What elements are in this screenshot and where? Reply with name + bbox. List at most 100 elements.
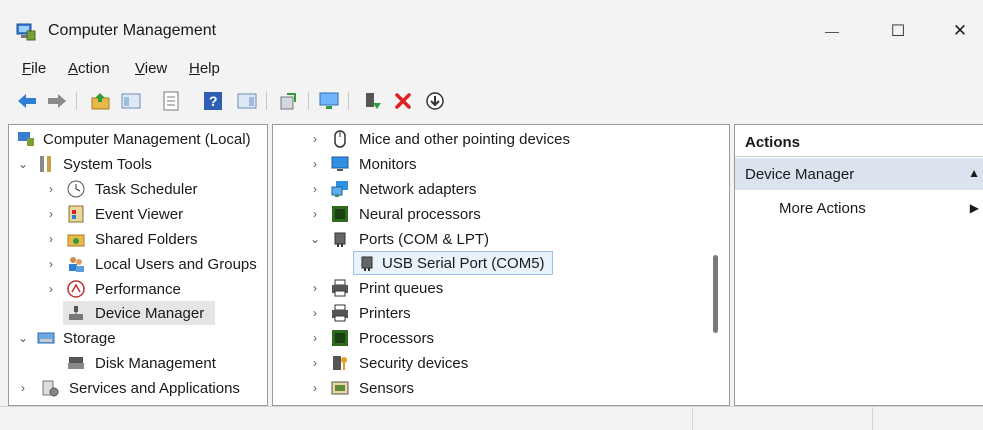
tree-item-root[interactable]: Computer Management (Local) (9, 127, 267, 151)
network-adapter-icon (331, 181, 348, 197)
minimize-icon: — (825, 23, 839, 39)
device-label: Network adapters (359, 180, 477, 198)
up-folder-icon[interactable] (90, 90, 112, 112)
tree-item-disk-management[interactable]: Disk Management (9, 351, 267, 375)
console-tree-pane: Computer Management (Local) ⌄ System Too… (8, 124, 268, 406)
submenu-arrow-icon[interactable]: ▶ (970, 201, 979, 215)
storage-icon (37, 332, 55, 344)
menu-file[interactable]: File (22, 60, 46, 77)
export-icon[interactable] (278, 90, 300, 112)
chevron-right-icon[interactable]: › (309, 182, 321, 196)
close-button[interactable]: ✕ (940, 18, 980, 44)
chevron-right-icon[interactable]: › (45, 207, 57, 221)
maximize-button[interactable]: ☐ (878, 18, 918, 44)
device-category-mice[interactable]: › Mice and other pointing devices (273, 127, 713, 151)
chevron-right-icon[interactable]: › (17, 381, 29, 395)
properties-icon[interactable] (160, 90, 182, 112)
back-arrow-icon[interactable] (16, 90, 38, 112)
chevron-right-icon[interactable]: › (309, 381, 321, 395)
computer-monitor-icon[interactable] (318, 90, 340, 112)
device-category-network[interactable]: › Network adapters (273, 177, 713, 201)
tree-item-local-users[interactable]: › Local Users and Groups (9, 252, 267, 276)
tree-label: Services and Applications (69, 379, 240, 397)
device-category-security[interactable]: › Security devices (273, 351, 713, 375)
chevron-right-icon[interactable]: › (45, 282, 57, 296)
update-driver-down-icon[interactable] (424, 90, 446, 112)
printer-icon (332, 304, 348, 322)
monitor-icon (331, 156, 349, 171)
device-label: Monitors (359, 155, 417, 173)
tree-item-task-scheduler[interactable]: › Task Scheduler (9, 177, 267, 201)
tree-label: Device Manager (95, 304, 205, 322)
show-hide-tree-icon[interactable] (120, 90, 142, 112)
collapse-up-icon[interactable]: ▲ (968, 166, 980, 180)
title-bar: Computer Management — ☐ ✕ (0, 8, 983, 54)
vertical-scrollbar-thumb[interactable] (713, 255, 718, 333)
tree-label: Event Viewer (95, 205, 184, 223)
device-category-print-queues[interactable]: › Print queues (273, 276, 713, 300)
tree-label: Storage (63, 329, 116, 347)
system-tools-icon (40, 156, 51, 172)
menu-bar: File Action View Help (0, 54, 983, 84)
window-title: Computer Management (48, 22, 217, 39)
show-action-pane-icon[interactable] (236, 90, 258, 112)
clock-icon (67, 180, 85, 198)
tree-label: System Tools (63, 155, 152, 173)
chevron-right-icon[interactable]: › (309, 356, 321, 370)
device-list-pane: › Mice and other pointing devices › Moni… (272, 124, 730, 406)
device-category-neural[interactable]: › Neural processors (273, 202, 713, 226)
chevron-right-icon[interactable]: › (309, 207, 321, 221)
device-label: Printers (359, 304, 411, 322)
device-label: Sensors (359, 379, 415, 397)
device-category-ports[interactable]: ⌄ Ports (COM & LPT) (273, 227, 713, 251)
menu-action[interactable]: Action (68, 60, 110, 77)
minimize-button[interactable]: — (812, 18, 852, 44)
device-label: Security devices (359, 354, 469, 372)
actions-pane: Actions Device Manager ▲ More Actions ▶ (734, 124, 983, 406)
chevron-down-icon[interactable]: ⌄ (309, 232, 321, 246)
chevron-right-icon[interactable]: › (309, 132, 321, 146)
chevron-right-icon[interactable]: › (309, 157, 321, 171)
chevron-right-icon[interactable]: › (45, 257, 57, 271)
tree-item-performance[interactable]: › Performance (9, 277, 267, 301)
computer-management-icon (18, 132, 34, 146)
help-icon[interactable]: ? (202, 90, 224, 112)
enable-device-icon[interactable] (362, 90, 384, 112)
chevron-right-icon[interactable]: › (309, 281, 321, 295)
printer-icon (332, 279, 348, 297)
tree-item-storage[interactable]: ⌄ Storage (9, 326, 267, 350)
chevron-right-icon[interactable]: › (309, 306, 321, 320)
actions-header: Actions (735, 125, 983, 157)
forward-arrow-icon[interactable] (46, 90, 68, 112)
disk-icon (68, 357, 84, 369)
uninstall-x-icon[interactable] (392, 90, 414, 112)
performance-icon (67, 280, 85, 298)
chevron-right-icon[interactable]: › (309, 331, 321, 345)
menu-view[interactable]: View (135, 60, 167, 77)
more-actions-item[interactable]: More Actions (779, 200, 866, 217)
device-category-processors[interactable]: › Processors (273, 326, 713, 350)
status-bar (0, 406, 983, 430)
tree-item-services[interactable]: › Services and Applications (9, 376, 267, 400)
tree-item-device-manager[interactable]: Device Manager (63, 301, 215, 325)
actions-section-device-manager[interactable]: Device Manager ▲ (735, 158, 983, 190)
tree-item-shared-folders[interactable]: › Shared Folders (9, 227, 267, 251)
tree-item-event-viewer[interactable]: › Event Viewer (9, 202, 267, 226)
processor-chip-icon (332, 206, 348, 222)
device-usb-serial-port[interactable]: USB Serial Port (COM5) (353, 251, 553, 275)
tree-item-system-tools[interactable]: ⌄ System Tools (9, 152, 267, 176)
device-label: USB Serial Port (COM5) (382, 254, 545, 272)
chevron-down-icon[interactable]: ⌄ (17, 157, 29, 171)
chevron-down-icon[interactable]: ⌄ (17, 331, 29, 345)
device-category-monitors[interactable]: › Monitors (273, 152, 713, 176)
menu-help[interactable]: Help (189, 60, 220, 77)
device-category-sensors[interactable]: › Sensors (273, 376, 713, 400)
event-viewer-icon (68, 205, 84, 223)
computer-management-icon (16, 23, 36, 41)
device-category-printers[interactable]: › Printers (273, 301, 713, 325)
toolbar: ? (0, 84, 983, 118)
chevron-right-icon[interactable]: › (45, 182, 57, 196)
chevron-right-icon[interactable]: › (45, 232, 57, 246)
tree-label: Task Scheduler (95, 180, 198, 198)
tree-label: Shared Folders (95, 230, 198, 248)
